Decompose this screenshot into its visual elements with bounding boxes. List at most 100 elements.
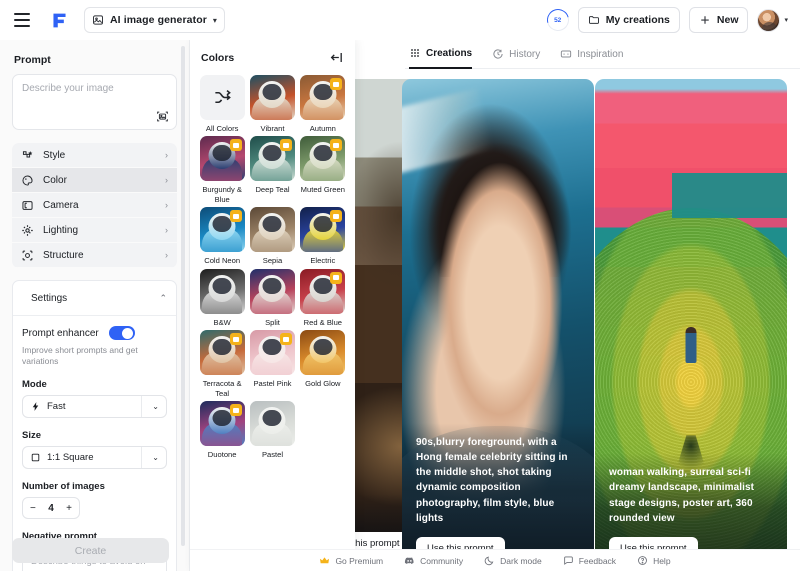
color-swatch-all-colors[interactable]: All Colors — [199, 75, 245, 133]
color-swatch-gold-glow[interactable]: Gold Glow — [300, 330, 346, 398]
swatch-thumbnail — [249, 75, 295, 120]
color-swatch-red-blue[interactable]: Red & Blue — [300, 268, 346, 327]
prompt-enhancer-row: Prompt enhancer — [22, 326, 167, 340]
swatch-thumbnail — [249, 136, 295, 182]
community-label: Community — [420, 555, 464, 566]
freepik-f-logo[interactable] — [48, 9, 70, 31]
app-selector-label: AI image generator — [110, 14, 207, 26]
help-icon — [637, 555, 648, 566]
astronaut-thumbnail-art — [249, 401, 295, 447]
shuffle-icon — [200, 75, 245, 120]
new-button[interactable]: New — [688, 7, 749, 33]
crown-icon — [319, 555, 330, 566]
color-swatch-autumn[interactable]: Autumn — [300, 75, 346, 133]
left-panel-scrollbar[interactable] — [181, 46, 185, 546]
image-upload-icon[interactable] — [156, 110, 169, 123]
swatch-label: Vibrant — [260, 124, 285, 133]
decrement-button[interactable]: − — [30, 503, 36, 514]
swatch-label: Pastel Pink — [253, 379, 292, 389]
feedback-button[interactable]: Feedback — [563, 555, 616, 566]
hamburger-icon[interactable] — [14, 9, 36, 31]
pro-badge-icon — [330, 210, 343, 223]
swatch-label: Pastel — [261, 450, 284, 460]
generation-options-list: Style › Color › Camera › Lighting › Stru… — [12, 143, 177, 268]
prompt-input[interactable]: Describe your image — [12, 74, 177, 130]
color-swatch-muted-green[interactable]: Muted Green — [300, 136, 346, 204]
option-style[interactable]: Style › — [12, 143, 177, 168]
swatch-thumbnail — [300, 136, 346, 182]
chevron-down-icon: ▾ — [212, 15, 217, 25]
settings-header[interactable]: Settings ⌃ — [22, 289, 167, 316]
my-creations-button[interactable]: My creations — [577, 7, 680, 33]
tab-creations[interactable]: Creations — [409, 40, 473, 69]
color-swatch-terracota-teal[interactable]: Terracota & Teal — [199, 330, 245, 398]
swatch-label: All Colors — [205, 124, 239, 133]
swatch-label: Deep Teal — [255, 185, 290, 195]
color-swatch-b-w[interactable]: B&W — [199, 268, 245, 327]
account-menu[interactable]: ▾ — [757, 8, 788, 32]
swatch-label: Duotone — [207, 450, 237, 460]
prompt-enhancer-toggle[interactable] — [108, 326, 135, 340]
tab-history-label: History — [509, 48, 541, 60]
dark-mode-toggle[interactable]: Dark mode — [484, 555, 542, 566]
help-button[interactable]: Help — [637, 555, 671, 566]
size-label: Size — [22, 430, 42, 442]
card-portrait-prompt: 90s,blurry foreground, with a Hong femal… — [416, 436, 568, 524]
chevron-right-icon: › — [165, 225, 168, 235]
color-swatch-electric[interactable]: Electric — [300, 207, 346, 265]
pro-badge-icon — [229, 210, 242, 223]
left-panel: Prompt Describe your image Style › Color… — [0, 40, 190, 571]
app-selector[interactable]: AI image generator ▾ — [84, 7, 225, 33]
chevron-down-icon: ⌄ — [152, 402, 159, 412]
pro-badge-icon — [330, 78, 343, 90]
swatch-label: Electric — [310, 256, 336, 266]
palette-icon — [21, 174, 34, 187]
astronaut-thumbnail-art — [249, 268, 295, 314]
size-select[interactable]: 1:1 Square ⌄ — [22, 446, 167, 470]
color-swatch-deep-teal[interactable]: Deep Teal — [249, 136, 295, 204]
option-color[interactable]: Color › — [12, 168, 177, 193]
community-button[interactable]: Community — [404, 555, 463, 566]
increment-button[interactable]: + — [66, 503, 72, 514]
avatar — [757, 8, 781, 32]
color-swatch-pastel-pink[interactable]: Pastel Pink — [249, 330, 295, 398]
swatch-thumbnail — [199, 207, 245, 253]
color-swatch-duotone[interactable]: Duotone — [199, 401, 245, 459]
gallery-card-portrait[interactable]: 90s,blurry foreground, with a Hong femal… — [402, 79, 594, 571]
color-swatch-split[interactable]: Split — [249, 268, 295, 327]
go-premium-label: Go Premium — [335, 555, 384, 566]
content-tabs: Creations History Inspiration — [405, 40, 800, 69]
plus-icon — [699, 14, 711, 26]
prompt-placeholder: Describe your image — [22, 83, 114, 94]
top-bar-actions: 52 My creations New ▾ — [542, 4, 790, 36]
option-lighting[interactable]: Lighting › — [12, 218, 177, 243]
create-button[interactable]: Create — [12, 538, 169, 563]
color-swatch-sepia[interactable]: Sepia — [249, 207, 295, 265]
option-camera[interactable]: Camera › — [12, 193, 177, 218]
tab-creations-label: Creations — [426, 47, 473, 59]
color-swatch-burgundy-blue[interactable]: Burgundy & Blue — [199, 136, 245, 204]
astronaut-thumbnail-art — [249, 207, 295, 253]
collapse-panel-icon[interactable] — [329, 50, 344, 65]
mode-select[interactable]: Fast ⌄ — [22, 395, 167, 419]
pro-badge-icon — [229, 139, 242, 152]
camera-icon — [21, 199, 34, 212]
dark-mode-label: Dark mode — [500, 555, 542, 566]
color-swatch-vibrant[interactable]: Vibrant — [249, 75, 295, 133]
astronaut-thumbnail-art — [199, 268, 245, 314]
option-structure[interactable]: Structure › — [12, 243, 177, 268]
color-swatch-cold-neon[interactable]: Cold Neon — [199, 207, 245, 265]
gallery-card-landscape[interactable]: woman walking, surreal sci-fi dreamy lan… — [595, 79, 787, 571]
swatch-label: Split — [265, 317, 280, 327]
color-swatch-pastel[interactable]: Pastel — [249, 401, 295, 459]
comment-icon — [563, 555, 574, 566]
tab-history[interactable]: History — [492, 40, 540, 69]
swatch-thumbnail — [249, 207, 295, 253]
swatch-thumbnail — [300, 268, 346, 314]
swatch-thumbnail — [300, 330, 346, 376]
swatch-label: Sepia — [262, 256, 283, 266]
credits-indicator[interactable]: 52 — [542, 4, 573, 36]
tab-inspiration[interactable]: Inspiration — [560, 40, 623, 69]
inspiration-icon — [560, 48, 572, 60]
go-premium-button[interactable]: Go Premium — [319, 555, 383, 566]
